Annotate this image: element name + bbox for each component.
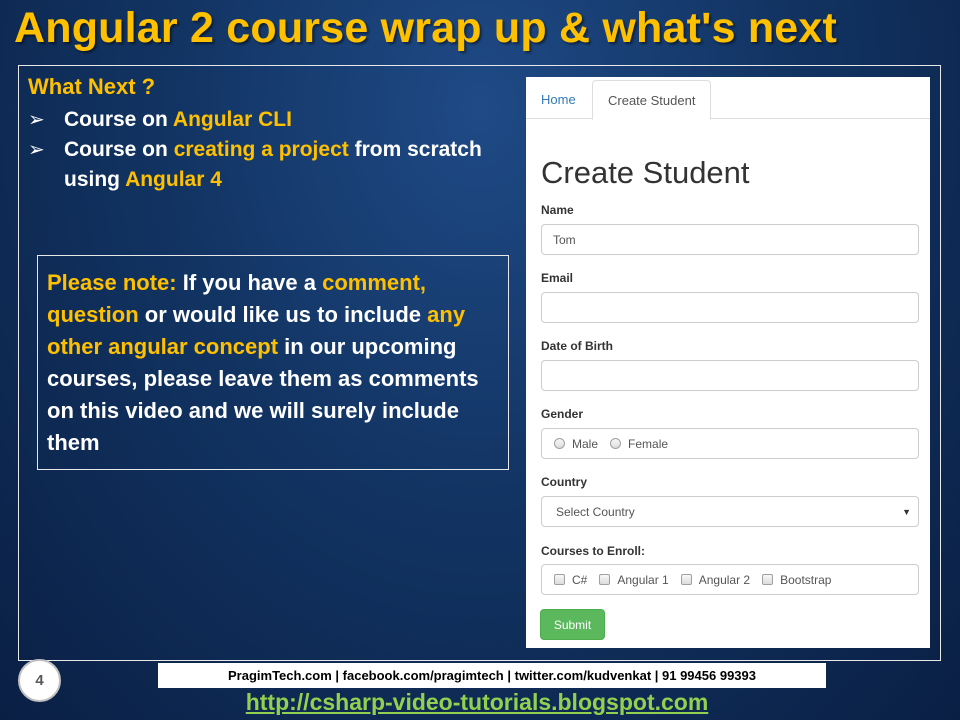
bullet-text: Course on bbox=[64, 108, 173, 131]
email-label: Email bbox=[541, 271, 574, 285]
email-input[interactable] bbox=[541, 292, 919, 323]
list-item: ➢ Course on creating a project from scrat… bbox=[28, 135, 498, 195]
nav-tabs: Home Create Student bbox=[526, 77, 930, 120]
what-next-heading: What Next ? bbox=[28, 74, 156, 99]
what-next-list: ➢ Course on Angular CLI ➢ Course on creati… bbox=[28, 105, 498, 195]
course-option-bootstrap[interactable]: Bootstrap bbox=[762, 573, 831, 587]
slide-title: Angular 2 course wrap up & what's next bbox=[14, 4, 838, 52]
courses-label: Courses to Enroll: bbox=[541, 544, 646, 558]
name-label: Name bbox=[541, 203, 574, 217]
checkbox-icon[interactable] bbox=[680, 574, 692, 585]
dob-input[interactable] bbox=[541, 360, 919, 391]
bullet-highlight: Angular CLI bbox=[172, 108, 292, 131]
option-label: Male bbox=[572, 436, 599, 451]
form-heading: Create Student bbox=[541, 155, 750, 190]
create-student-app: Home Create Student Create Student Name … bbox=[526, 77, 930, 648]
note-box: Please note: If you have a comment, ques… bbox=[37, 255, 509, 470]
list-item: ➢ Course on Angular CLI bbox=[28, 105, 498, 135]
checkbox-icon[interactable] bbox=[762, 574, 774, 585]
contact-bar: PragimTech.com | facebook.com/pragimtech… bbox=[158, 663, 826, 688]
gender-group: Male Female bbox=[541, 428, 919, 459]
tab-home[interactable]: Home bbox=[526, 80, 591, 120]
country-selected-value: Select Country bbox=[556, 504, 635, 519]
blog-link[interactable]: http://csharp-video-tutorials.blogspot.c… bbox=[0, 689, 954, 716]
note-text: or would like us to include bbox=[138, 302, 428, 327]
arrow-bullet-icon: ➢ bbox=[28, 109, 45, 131]
course-option-csharp[interactable]: C# bbox=[554, 573, 587, 587]
dob-label: Date of Birth bbox=[541, 339, 613, 353]
option-label: Angular 2 bbox=[698, 572, 751, 587]
gender-option-male[interactable]: Male bbox=[554, 437, 598, 451]
name-input[interactable] bbox=[541, 224, 919, 255]
option-label: Bootstrap bbox=[780, 572, 832, 587]
option-label: C# bbox=[572, 572, 588, 587]
checkbox-icon[interactable] bbox=[554, 574, 565, 585]
checkbox-icon[interactable] bbox=[599, 574, 611, 585]
course-option-angular1[interactable]: Angular 1 bbox=[599, 572, 669, 587]
radio-icon[interactable] bbox=[610, 438, 622, 449]
gender-label: Gender bbox=[541, 407, 584, 421]
bullet-highlight: creating a project bbox=[173, 138, 349, 161]
note-text: If you have a bbox=[176, 270, 323, 295]
country-label: Country bbox=[541, 475, 587, 489]
bullet-highlight: Angular 4 bbox=[125, 168, 222, 191]
option-label: Female bbox=[628, 436, 669, 451]
option-label: Angular 1 bbox=[617, 572, 669, 587]
radio-icon[interactable] bbox=[554, 438, 565, 449]
courses-group: C# Angular 1 Angular 2 Bootstrap bbox=[541, 564, 919, 595]
tab-create-student[interactable]: Create Student bbox=[592, 80, 712, 120]
bullet-text: Course on bbox=[64, 138, 174, 161]
course-option-angular2[interactable]: Angular 2 bbox=[680, 572, 751, 587]
country-select[interactable]: Select Country ▼ bbox=[541, 496, 919, 527]
caret-down-icon: ▼ bbox=[902, 506, 911, 517]
arrow-bullet-icon: ➢ bbox=[28, 139, 45, 161]
gender-option-female[interactable]: Female bbox=[610, 437, 668, 451]
note-label: Please note: bbox=[47, 270, 177, 295]
submit-button[interactable]: Submit bbox=[540, 609, 605, 640]
